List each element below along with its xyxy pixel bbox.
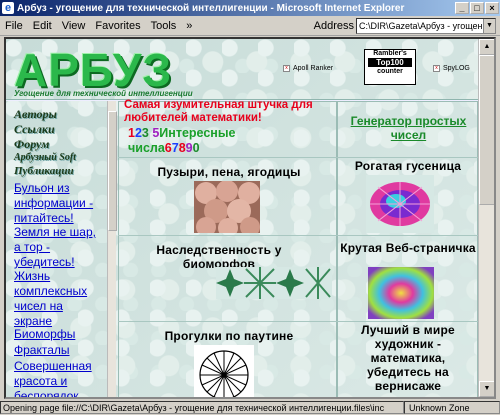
web-page-caption[interactable]: Крутая Веб-страничка [340,241,476,255]
title-bar: e Арбуз - угощение для технической интел… [0,0,500,16]
web-walk-image[interactable] [194,345,254,397]
biomorph-image[interactable] [216,267,332,299]
digit-2: 2 [134,126,142,140]
address-input[interactable]: C:\DIR\Gazeta\Арбуз - угощен ▼ [356,17,496,34]
biomorph-cross [244,267,276,299]
sidebar-link-fractals[interactable]: Фракталы [14,343,104,358]
sidebar-link-broth[interactable]: Бульон из информации - питайтесь! [14,181,104,226]
sidebar-item-links[interactable]: Ссылки [14,122,55,137]
address-value: C:\DIR\Gazeta\Арбуз - угощен [359,20,483,31]
scroll-thumb[interactable] [479,55,494,205]
sidebar-item-soft[interactable]: Арбузный Soft [14,152,76,163]
interesting-numbers-link[interactable]: 123 5Интересные числа67890 [128,126,333,156]
artist-caption[interactable]: Лучший в мире художник - математика, убе… [340,323,476,393]
menu-favorites[interactable]: Favorites [90,20,145,32]
row-divider [118,157,478,158]
bubble [216,181,238,202]
sidebar-link-complex[interactable]: Жизнь комплексных чисел на экране [14,269,104,329]
broken-image-icon: x [283,65,290,72]
sidebar-scroll-thumb[interactable] [108,111,117,231]
sidebar-item-forum[interactable]: Форум [14,137,49,152]
web-walk-caption[interactable]: Прогулки по паутине [124,329,334,343]
ad-apoll-ranker[interactable]: x Apoll Ranker [283,65,333,72]
bubbles-image[interactable] [194,181,260,233]
ad-spylog-label: SpyLOG [443,65,470,72]
column-divider [336,101,338,397]
security-zone: Unknown Zone [404,401,500,414]
close-button[interactable]: × [485,2,499,14]
digit-0: 0 [192,141,200,155]
scroll-down-icon[interactable]: ▼ [479,381,494,397]
digit-7: 7 [171,141,179,155]
site-logo[interactable]: АРБУЗ [14,45,172,95]
window-title: Арбуз - угощение для технической интелли… [17,2,405,14]
broken-image-icon: x [433,65,440,72]
sidebar-link-beauty[interactable]: Совершенная красота и беспорядок [14,359,104,397]
sidebar-link-torus[interactable]: Земля не шар, а тор - убедитесь! [14,225,104,270]
ie-logo-icon: e [2,2,14,14]
prime-generator-link[interactable]: Генератор простых чисел [341,114,476,142]
row-divider [118,235,478,236]
digit-3: 3 [141,126,149,140]
ad-spylog[interactable]: x SpyLOG [433,65,470,72]
ad-apoll-label: Apoll Ranker [293,65,334,72]
web-page-image[interactable] [368,267,434,319]
status-bar: Opening page file://C:\DIR\Gazeta\Арбуз … [0,400,500,415]
headline-link[interactable]: Самая изумительная штучка для любителей … [124,99,334,125]
web-page-swirl [368,267,434,319]
digit-9: 9 [185,141,193,155]
status-message: Opening page file://C:\DIR\Gazeta\Арбуз … [0,401,404,414]
menu-bar: File Edit View Favorites Tools » Address… [0,16,500,36]
sidebar-item-publications[interactable]: Публикации [14,165,74,177]
scroll-up-icon[interactable]: ▲ [479,39,494,55]
minimize-button[interactable]: _ [455,2,469,14]
site-subtitle: Угощение для технической интеллигенции [14,89,193,98]
menu-edit[interactable]: Edit [28,20,57,32]
menu-file[interactable]: File [0,20,28,32]
address-dropdown-icon[interactable]: ▼ [483,18,495,33]
sidebar-item-authors[interactable]: Авторы [14,107,57,122]
rambler-top100-label: Top100 [368,58,412,67]
digit-8: 8 [178,141,186,155]
page-viewport: АРБУЗ Угощение для технической интеллиге… [4,37,496,399]
rambler-counter[interactable]: Rambler's Top100 counter [364,49,416,85]
menu-view[interactable]: View [57,20,91,32]
menu-tools[interactable]: Tools [146,20,182,32]
row-divider [118,321,478,322]
maximize-button[interactable]: □ [470,2,484,14]
page-scrollbar[interactable]: ▲ ▼ [478,39,494,397]
rambler-top-label: Rambler's [373,50,407,57]
menu-chevron-icon[interactable]: » [181,20,197,32]
rambler-counter-label: counter [377,68,403,75]
address-label: Address [313,19,354,32]
digit-6: 6 [164,141,172,155]
digit-1: 1 [128,126,135,140]
numbers-word2: числа [128,141,165,155]
caterpillar-caption[interactable]: Рогатая гусеница [340,159,476,173]
bubbles-caption[interactable]: Пузыри, пена, ягодицы [124,165,334,179]
sidebar-link-biomorphs[interactable]: Биоморфы [14,327,104,342]
caterpillar-image[interactable] [366,175,434,233]
numbers-word1: Интересные [159,126,236,140]
address-bar: Address C:\DIR\Gazeta\Арбуз - угощен ▼ [313,17,500,34]
sidebar-scrollbar[interactable] [107,101,117,397]
